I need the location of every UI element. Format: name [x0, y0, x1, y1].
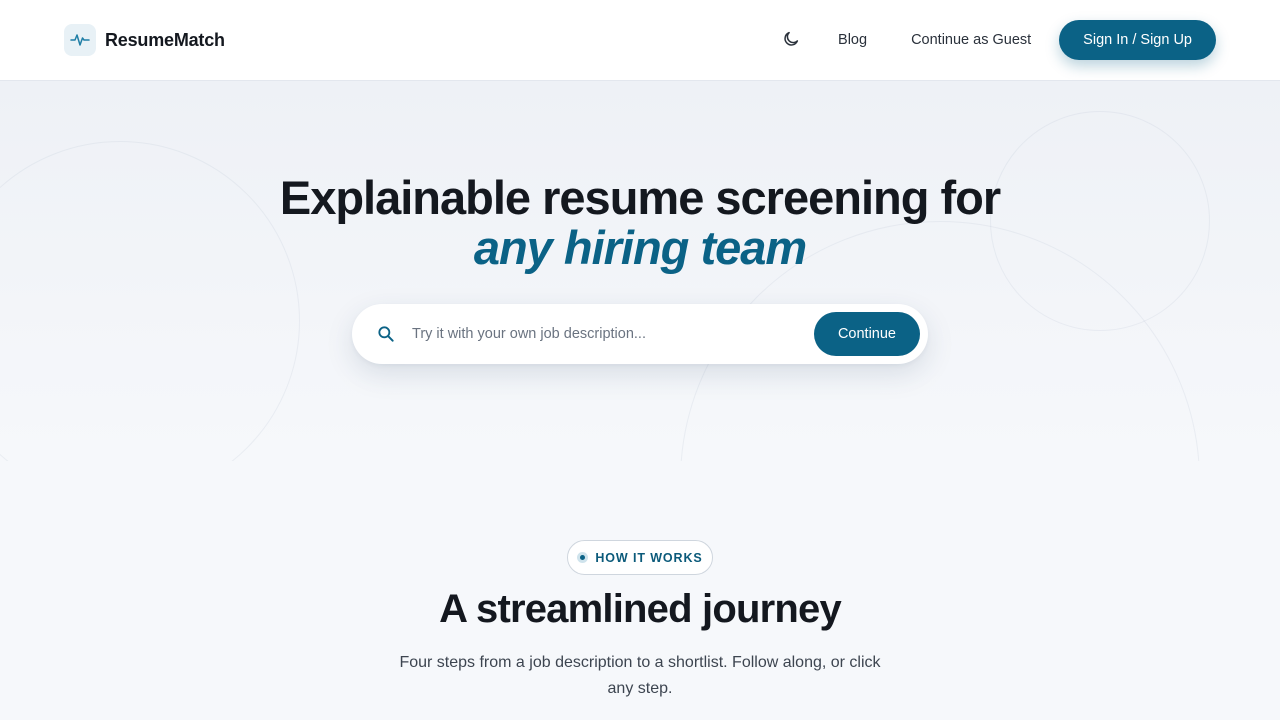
pulse-icon	[64, 24, 96, 56]
top-navigation-bar: ResumeMatch Blog Continue as Guest Sign …	[0, 0, 1280, 81]
job-description-search-bar: Continue	[352, 304, 928, 364]
hero-title: Explainable resume screening for any hir…	[0, 173, 1280, 273]
main-nav: Blog Continue as Guest Sign In / Sign Up	[771, 20, 1216, 60]
hero-title-accent: any hiring team	[473, 221, 807, 274]
how-it-works-badge: HOW IT WORKS	[567, 540, 713, 575]
section-subtitle: Four steps from a job description to a s…	[399, 654, 881, 697]
sign-in-sign-up-button[interactable]: Sign In / Sign Up	[1059, 20, 1216, 60]
badge-dot-icon	[577, 552, 589, 563]
section-title: A streamlined journey	[439, 587, 842, 631]
badge-label: HOW IT WORKS	[595, 550, 703, 565]
moon-icon	[782, 30, 800, 51]
theme-toggle-button[interactable]	[771, 20, 811, 60]
continue-as-guest-link[interactable]: Continue as Guest	[911, 32, 1031, 48]
hero-section: Explainable resume screening for any hir…	[0, 81, 1280, 461]
how-it-works-section: HOW IT WORKS A streamlined journey Four …	[0, 461, 1280, 720]
brand-name: ResumeMatch	[105, 29, 225, 50]
nav-link-blog[interactable]: Blog	[838, 32, 867, 48]
continue-button[interactable]: Continue	[813, 312, 920, 356]
job-description-input[interactable]	[412, 319, 792, 349]
hero-title-line1: Explainable resume screening for	[279, 171, 1001, 224]
search-icon	[376, 324, 396, 344]
brand-home-link[interactable]: ResumeMatch	[64, 24, 225, 56]
